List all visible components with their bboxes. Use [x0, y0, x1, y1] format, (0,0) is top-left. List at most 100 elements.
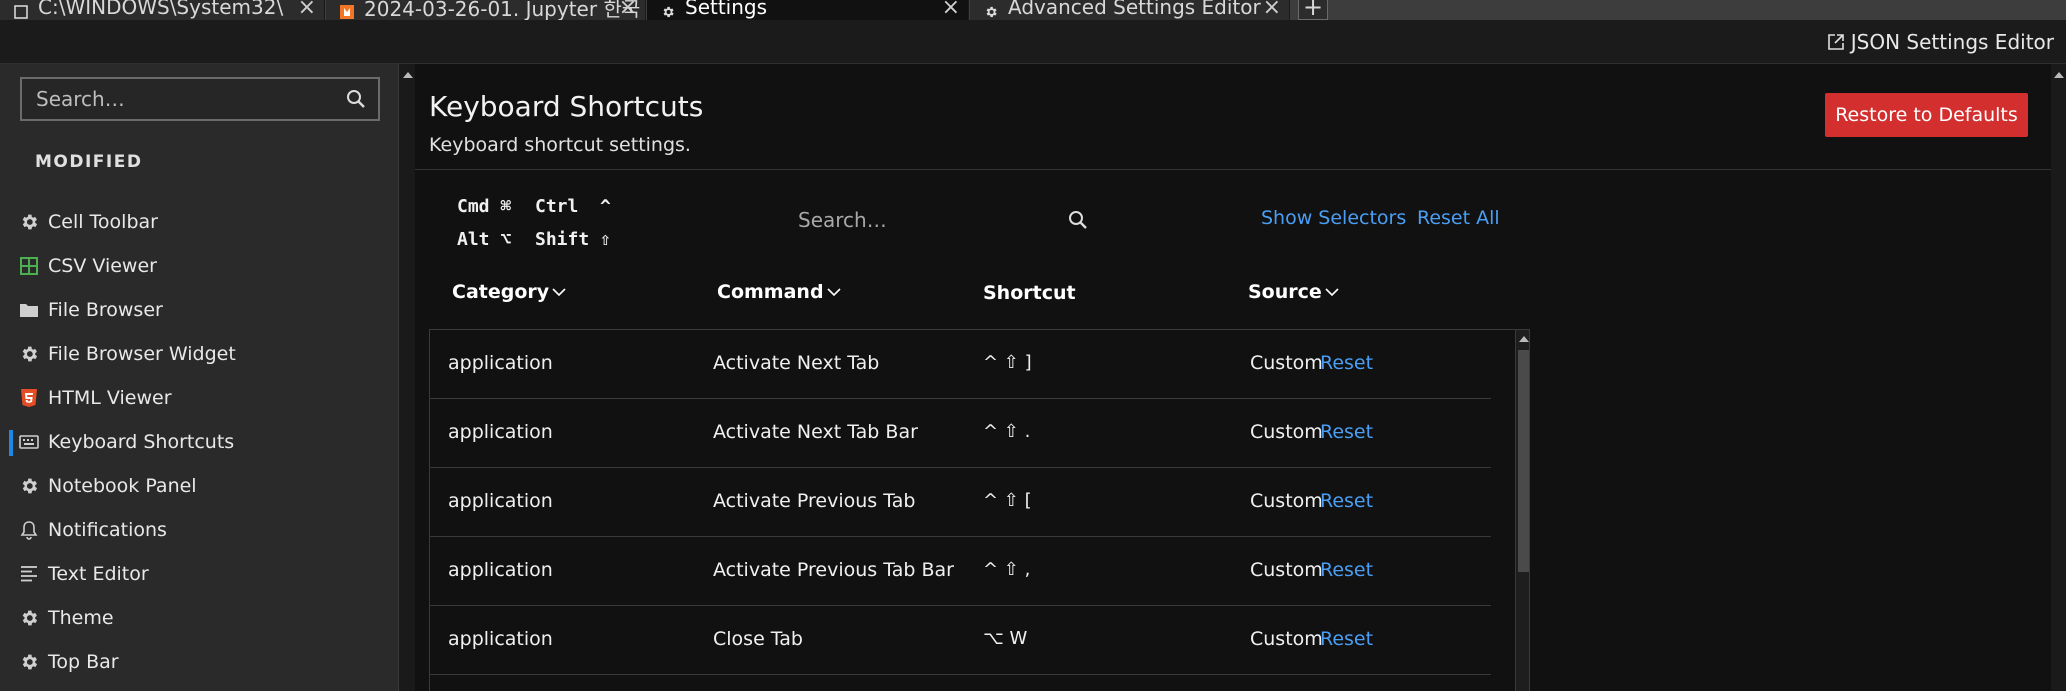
sidebar-item-label: CSV Viewer: [48, 255, 157, 277]
folder-icon: [18, 299, 40, 321]
gear-icon: [984, 0, 998, 18]
tab-label: Advanced Settings Editor: [1008, 0, 1261, 19]
sidebar-item-file-browser-widget[interactable]: File Browser Widget: [0, 332, 399, 376]
sidebar-item-label: Text Editor: [48, 563, 149, 585]
reset-link[interactable]: Reset: [1320, 628, 1373, 650]
sidebar-item-cell-toolbar[interactable]: Cell Toolbar: [0, 200, 399, 244]
cell-shortcut[interactable]: ^ ⇧ ]: [983, 352, 1032, 373]
cell-category: application: [448, 352, 553, 374]
reset-link[interactable]: Reset: [1320, 352, 1373, 374]
sidebar-item-label: Keyboard Shortcuts: [48, 431, 235, 453]
reset-link[interactable]: Reset: [1320, 490, 1373, 512]
chevron-down-icon: [552, 288, 566, 297]
table-row[interactable]: application Activate Next Tab Bar ^ ⇧ . …: [430, 399, 1491, 468]
shortcut-search-input[interactable]: [778, 200, 1038, 240]
search-icon[interactable]: [346, 89, 366, 109]
sidebar-item-label: Cell Toolbar: [48, 211, 158, 233]
json-settings-editor-button[interactable]: JSON Settings Editor: [1827, 28, 2054, 56]
sidebar-item-label: HTML Viewer: [48, 387, 172, 409]
tab-label: C:\WINDOWS\System32\: [38, 0, 284, 19]
gear-icon: [18, 211, 40, 233]
shortcut-search: [778, 200, 1087, 240]
sidebar-item-notebook-panel[interactable]: Notebook Panel: [0, 464, 399, 508]
tab-terminal[interactable]: C:\WINDOWS\System32\ ×: [0, 0, 325, 20]
gear-icon: [18, 343, 40, 365]
scrollbar-thumb[interactable]: [1518, 350, 1529, 572]
sidebar-item-csv-viewer[interactable]: CSV Viewer: [0, 244, 399, 288]
modifier-key-legend: Cmd ⌘ Ctrl ^ Alt ⌥ Shift ⇧: [457, 190, 611, 256]
close-icon[interactable]: ×: [942, 0, 960, 20]
table-scrollbar[interactable]: [1515, 330, 1529, 691]
panel-scrollbar[interactable]: [2051, 64, 2066, 691]
json-settings-editor-label: JSON Settings Editor: [1850, 30, 2054, 54]
cell-command: Activate Next Tab Bar: [713, 421, 918, 443]
sidebar-item-text-editor[interactable]: Text Editor: [0, 552, 399, 596]
table-row[interactable]: application Activate Previous Tab ^ ⇧ [ …: [430, 468, 1491, 537]
sidebar-item-theme[interactable]: Theme: [0, 596, 399, 640]
legend-cmd: Cmd ⌘: [457, 196, 512, 217]
cell-shortcut[interactable]: ⌥ W: [983, 628, 1027, 649]
table-row[interactable]: application Activate Previous Tab Bar ^ …: [430, 537, 1491, 606]
sidebar-item-html-viewer[interactable]: HTML Viewer: [0, 376, 399, 420]
sidebar-item-top-bar[interactable]: Top Bar: [0, 640, 399, 684]
restore-defaults-button[interactable]: Restore to Defaults: [1825, 93, 2028, 137]
cell-source: Custom: [1250, 559, 1323, 581]
cell-shortcut[interactable]: ^ ⇧ .: [983, 421, 1030, 442]
external-link-icon: [1827, 34, 1844, 50]
tab-settings[interactable]: Settings ×: [647, 0, 969, 20]
legend-shift: Shift ⇧: [535, 229, 611, 250]
scroll-up-arrow-icon[interactable]: [1519, 336, 1529, 342]
reset-link[interactable]: Reset: [1320, 421, 1373, 443]
table-row[interactable]: application Activate Next Tab ^ ⇧ ] Cust…: [430, 330, 1491, 399]
settings-toolbar: JSON Settings Editor: [0, 20, 2066, 64]
show-selectors-link[interactable]: Show Selectors: [1261, 207, 1406, 229]
column-header-source[interactable]: Source: [1248, 281, 1339, 303]
settings-search-input[interactable]: [22, 79, 342, 119]
tab-advanced-settings[interactable]: Advanced Settings Editor ×: [970, 0, 1290, 20]
column-header-command[interactable]: Command: [717, 281, 841, 303]
table-row[interactable]: application Close Tab ⌥ W Custom Reset: [430, 606, 1491, 675]
text-lines-icon: [18, 563, 40, 585]
scroll-up-arrow-icon[interactable]: [2054, 72, 2064, 78]
cell-source: Custom: [1250, 628, 1323, 650]
column-header-shortcut: Shortcut: [983, 282, 1076, 304]
cell-shortcut[interactable]: ^ ⇧ ,: [983, 559, 1030, 580]
close-icon[interactable]: ×: [298, 0, 316, 20]
reset-all-link[interactable]: Reset All: [1417, 207, 1500, 229]
search-icon[interactable]: [1068, 210, 1088, 230]
keyboard-icon: [18, 431, 40, 453]
plugin-list: Cell Toolbar CSV Viewer File Browser Fil…: [0, 200, 399, 684]
sidebar-item-file-browser[interactable]: File Browser: [0, 288, 399, 332]
reset-link[interactable]: Reset: [1320, 559, 1373, 581]
close-icon[interactable]: ×: [619, 0, 637, 20]
settings-sidebar: MODIFIED Cell Toolbar CSV Viewer File Br…: [0, 64, 399, 691]
close-icon[interactable]: ×: [1263, 0, 1281, 20]
legend-ctrl: Ctrl ^: [535, 196, 611, 217]
cell-source: Custom: [1250, 490, 1323, 512]
legend-alt: Alt ⌥: [457, 229, 512, 250]
sidebar-item-keyboard-shortcuts[interactable]: Keyboard Shortcuts: [0, 420, 399, 464]
cell-command: Activate Next Tab: [713, 352, 880, 374]
scroll-up-arrow-icon[interactable]: [403, 72, 413, 78]
sidebar-item-label: Notifications: [48, 519, 167, 541]
bell-icon: [18, 519, 40, 541]
add-tab-button[interactable]: +: [1298, 0, 1328, 20]
column-header-category[interactable]: Category: [452, 281, 566, 303]
cell-category: application: [448, 559, 553, 581]
sidebar-item-label: File Browser Widget: [48, 343, 236, 365]
gear-icon: [18, 607, 40, 629]
cell-shortcut[interactable]: ^ ⇧ [: [983, 490, 1032, 511]
modified-section-label: MODIFIED: [35, 152, 143, 172]
shortcuts-table: application Activate Next Tab ^ ⇧ ] Cust…: [429, 329, 1530, 691]
cell-category: application: [448, 490, 553, 512]
gear-icon: [18, 651, 40, 673]
sidebar-scrollbar[interactable]: [399, 64, 415, 691]
settings-search: [20, 77, 380, 121]
gear-icon: [18, 475, 40, 497]
sidebar-item-notifications[interactable]: Notifications: [0, 508, 399, 552]
sidebar-item-label: Notebook Panel: [48, 475, 197, 497]
shortcuts-panel: Keyboard Shortcuts Keyboard shortcut set…: [415, 64, 2051, 691]
cell-source: Custom: [1250, 352, 1323, 374]
tab-notebook[interactable]: 2024-03-26-01. Jupyter 한국 ×: [326, 0, 646, 20]
cell-command: Close Tab: [713, 628, 803, 650]
